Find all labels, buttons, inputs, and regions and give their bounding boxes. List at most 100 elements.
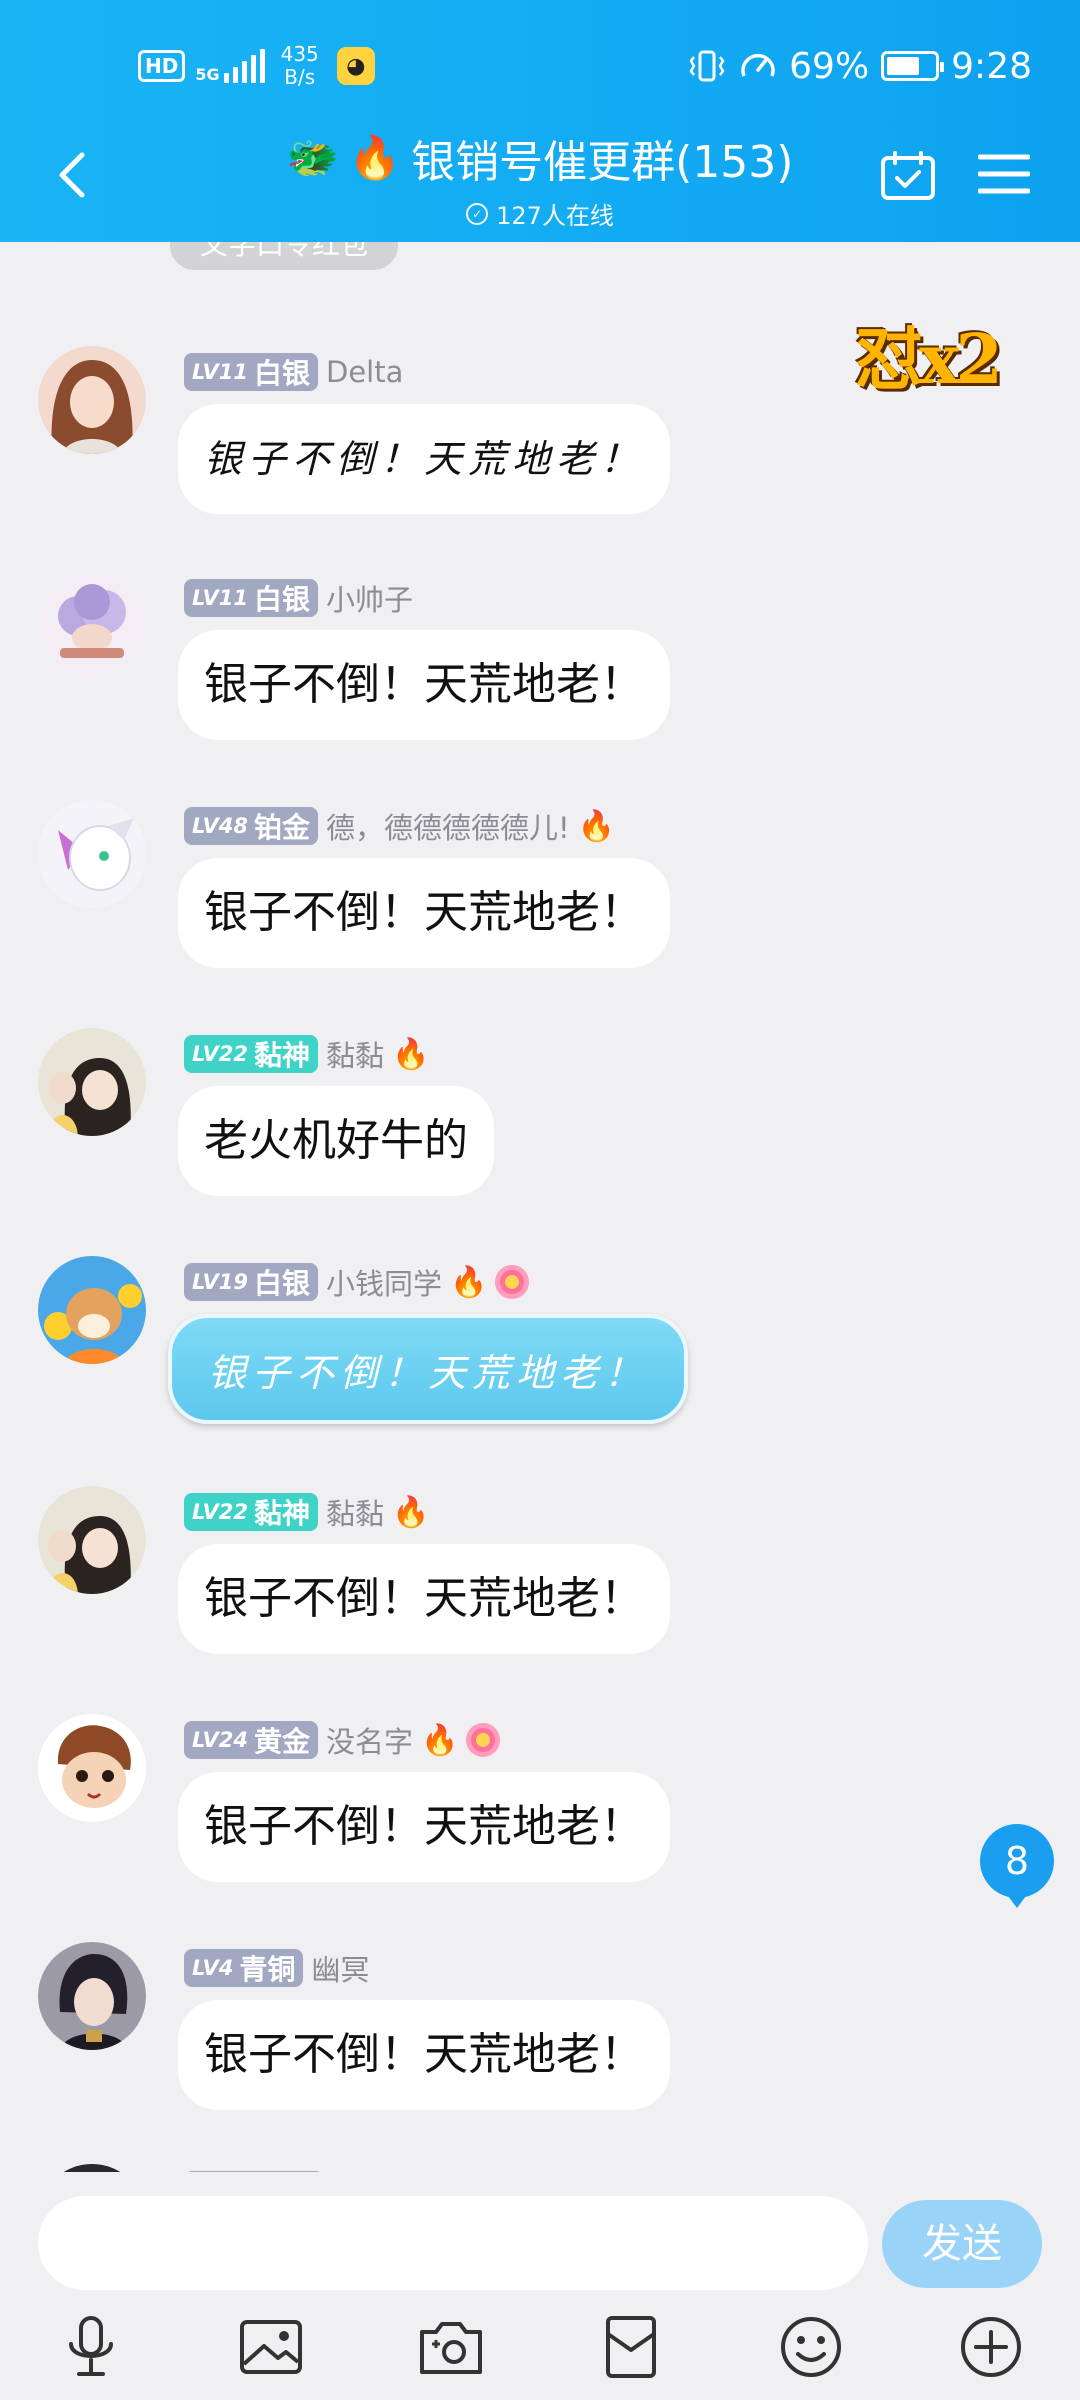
level-number: LV4 [192, 1956, 234, 1980]
fire-icon: 🔥 [450, 1264, 488, 1300]
avatar[interactable] [38, 1942, 146, 2050]
level-badge: LV11 白银 [184, 579, 318, 617]
level-badge: LV48 铂金 [184, 807, 318, 845]
online-icon: ✓ [466, 202, 489, 225]
level-number: LV24 [192, 1728, 248, 1752]
fire-icon: 🔥 [392, 1036, 430, 1072]
level-rank: 黄金 [253, 1725, 310, 1758]
signal-strength-icon [223, 49, 265, 83]
message-bubble[interactable]: 银子不倒！天荒地老！ [178, 2000, 670, 2110]
bottom-toolbar [0, 2296, 1080, 2400]
level-number: LV11 [192, 360, 248, 384]
fire-icon: 🔥 [348, 133, 402, 182]
checkin-calendar-button[interactable] [880, 150, 936, 202]
battery-percent: 69% [789, 45, 870, 87]
level-badge: LV24 黄金 [184, 1721, 318, 1759]
level-badge: LV11 白银 [184, 353, 318, 391]
group-name: 银销号催更群(153) [411, 137, 794, 188]
send-button[interactable]: 发送 [882, 2200, 1042, 2288]
image-icon[interactable] [234, 2310, 308, 2384]
speedometer-icon [741, 53, 775, 77]
microphone-icon[interactable] [54, 2310, 128, 2384]
sender-nickname[interactable]: 黏黏 [326, 1033, 384, 1075]
avatar[interactable] [38, 1714, 146, 1822]
sender-nickname[interactable]: Delta [326, 355, 403, 389]
chat-title: 🐲 🔥 银销号催更群(153) [287, 126, 794, 190]
fire-icon: 🔥 [577, 808, 615, 844]
avatar[interactable] [38, 800, 146, 908]
app-notification-icon: ◕ [336, 47, 375, 85]
sender-meta: LV19 白银 小钱同学 🔥 [184, 1261, 530, 1303]
message-bubble[interactable]: 银子不倒！天荒地老！ [178, 1544, 670, 1654]
level-rank: 青铜 [239, 1953, 296, 1986]
status-right: 69% 9:28 [687, 38, 1032, 94]
avatar[interactable] [38, 1486, 146, 1594]
clock-time: 9:28 [951, 45, 1032, 87]
red-packet-chip[interactable]: 文字口令红包 [170, 242, 399, 270]
message-bubble[interactable]: 银子不倒！天荒地老！ [178, 404, 671, 514]
red-packet-icon[interactable] [594, 2310, 668, 2384]
level-badge: LV19 白银 [184, 1263, 318, 1301]
menu-button[interactable] [978, 152, 1030, 196]
message-bubble[interactable]: 银子不倒！天荒地老！ [168, 1314, 689, 1424]
emoji-icon[interactable] [774, 2310, 848, 2384]
message-bubble[interactable]: 银子不倒！天荒地老！ [178, 1772, 670, 1882]
fire-icon: 🔥 [421, 1722, 459, 1758]
level-rank: 铂金 [253, 811, 310, 844]
fire-icon: 🔥 [392, 1494, 430, 1530]
chat-header: HD 5G 435 B/s ◕ 69% 9:28 🐲 🔥 银销号催更群(153)… [0, 0, 1080, 242]
network-gen-label: 5G [195, 65, 220, 84]
sender-meta: LV22 黏神 黏黏 🔥 [184, 1492, 429, 1532]
network-speed: 435 B/s [281, 43, 319, 89]
sender-nickname[interactable]: 黏黏 [326, 1491, 384, 1533]
sender-meta: LV11 白银 Delta [184, 352, 403, 392]
flower-badge-icon [495, 1265, 530, 1299]
message-bubble[interactable]: 老火机好牛的 [178, 1086, 494, 1196]
sender-nickname[interactable]: 没名字 [326, 1719, 413, 1761]
online-count: ✓ 127人在线 [466, 196, 614, 231]
level-rank: 白银 [253, 1267, 310, 1300]
unread-count-badge[interactable]: 8 [980, 1824, 1054, 1908]
battery-icon [881, 51, 945, 81]
flower-badge-icon [466, 1723, 501, 1757]
network-speed-unit: B/s [284, 65, 316, 89]
sender-nickname[interactable]: 德，德德德德德儿! [326, 805, 570, 847]
vibrate-icon [689, 50, 725, 82]
level-number: LV11 [192, 586, 248, 610]
level-number: LV22 [192, 1042, 248, 1066]
message-bubble[interactable]: 银子不倒！天荒地老！ [178, 858, 670, 968]
message-list[interactable]: 文字口令红包 怼x2 LV11 白银 Delta 银子不倒！天荒地老！ LV11… [0, 242, 1080, 2172]
level-number: LV48 [192, 814, 248, 838]
sender-nickname[interactable]: 幽冥 [311, 1947, 369, 1989]
message-input[interactable] [38, 2196, 868, 2290]
online-count-label: 127人在线 [496, 202, 614, 230]
sticker-badge: 怼x2 [855, 320, 1003, 400]
avatar[interactable] [38, 572, 146, 680]
level-rank: 黏神 [253, 1497, 310, 1530]
sender-meta: LV48 铂金 德，德德德德德儿! 🔥 [184, 806, 615, 846]
plus-icon[interactable] [954, 2310, 1028, 2384]
sender-nickname[interactable]: 小帅子 [326, 577, 413, 619]
level-badge: LV22 黏神 [184, 1035, 318, 1073]
level-badge: LV4 青铜 [184, 1949, 304, 1987]
message-bubble[interactable]: 银子不倒！天荒地老！ [178, 630, 670, 740]
level-rank: 黏神 [253, 1039, 310, 1072]
avatar[interactable] [38, 2164, 146, 2172]
camera-icon[interactable] [414, 2310, 488, 2384]
avatar[interactable] [38, 1028, 146, 1136]
sender-meta: LV4 青铜 幽冥 [184, 1948, 369, 1988]
avatar[interactable] [38, 346, 146, 454]
signal-group: 5G [195, 49, 265, 84]
level-rank: 白银 [253, 583, 310, 616]
level-badge: LV22 黏神 [184, 1493, 318, 1531]
status-bar: HD 5G 435 B/s ◕ 69% 9:28 [0, 38, 1080, 94]
sender-nickname[interactable]: 小钱同学 [326, 1261, 442, 1303]
level-rank: 白银 [253, 357, 310, 390]
sender-meta: LV24 黄金 没名字 🔥 [184, 1719, 501, 1761]
battery-fill [887, 57, 919, 75]
input-bar: 发送 [0, 2172, 1080, 2296]
sender-meta: LV11 白银 小帅子 [184, 578, 413, 618]
dragon-icon: 🐲 [286, 133, 339, 182]
sender-meta: LV22 黏神 黏黏 🔥 [184, 1034, 429, 1074]
avatar[interactable] [38, 1256, 146, 1364]
